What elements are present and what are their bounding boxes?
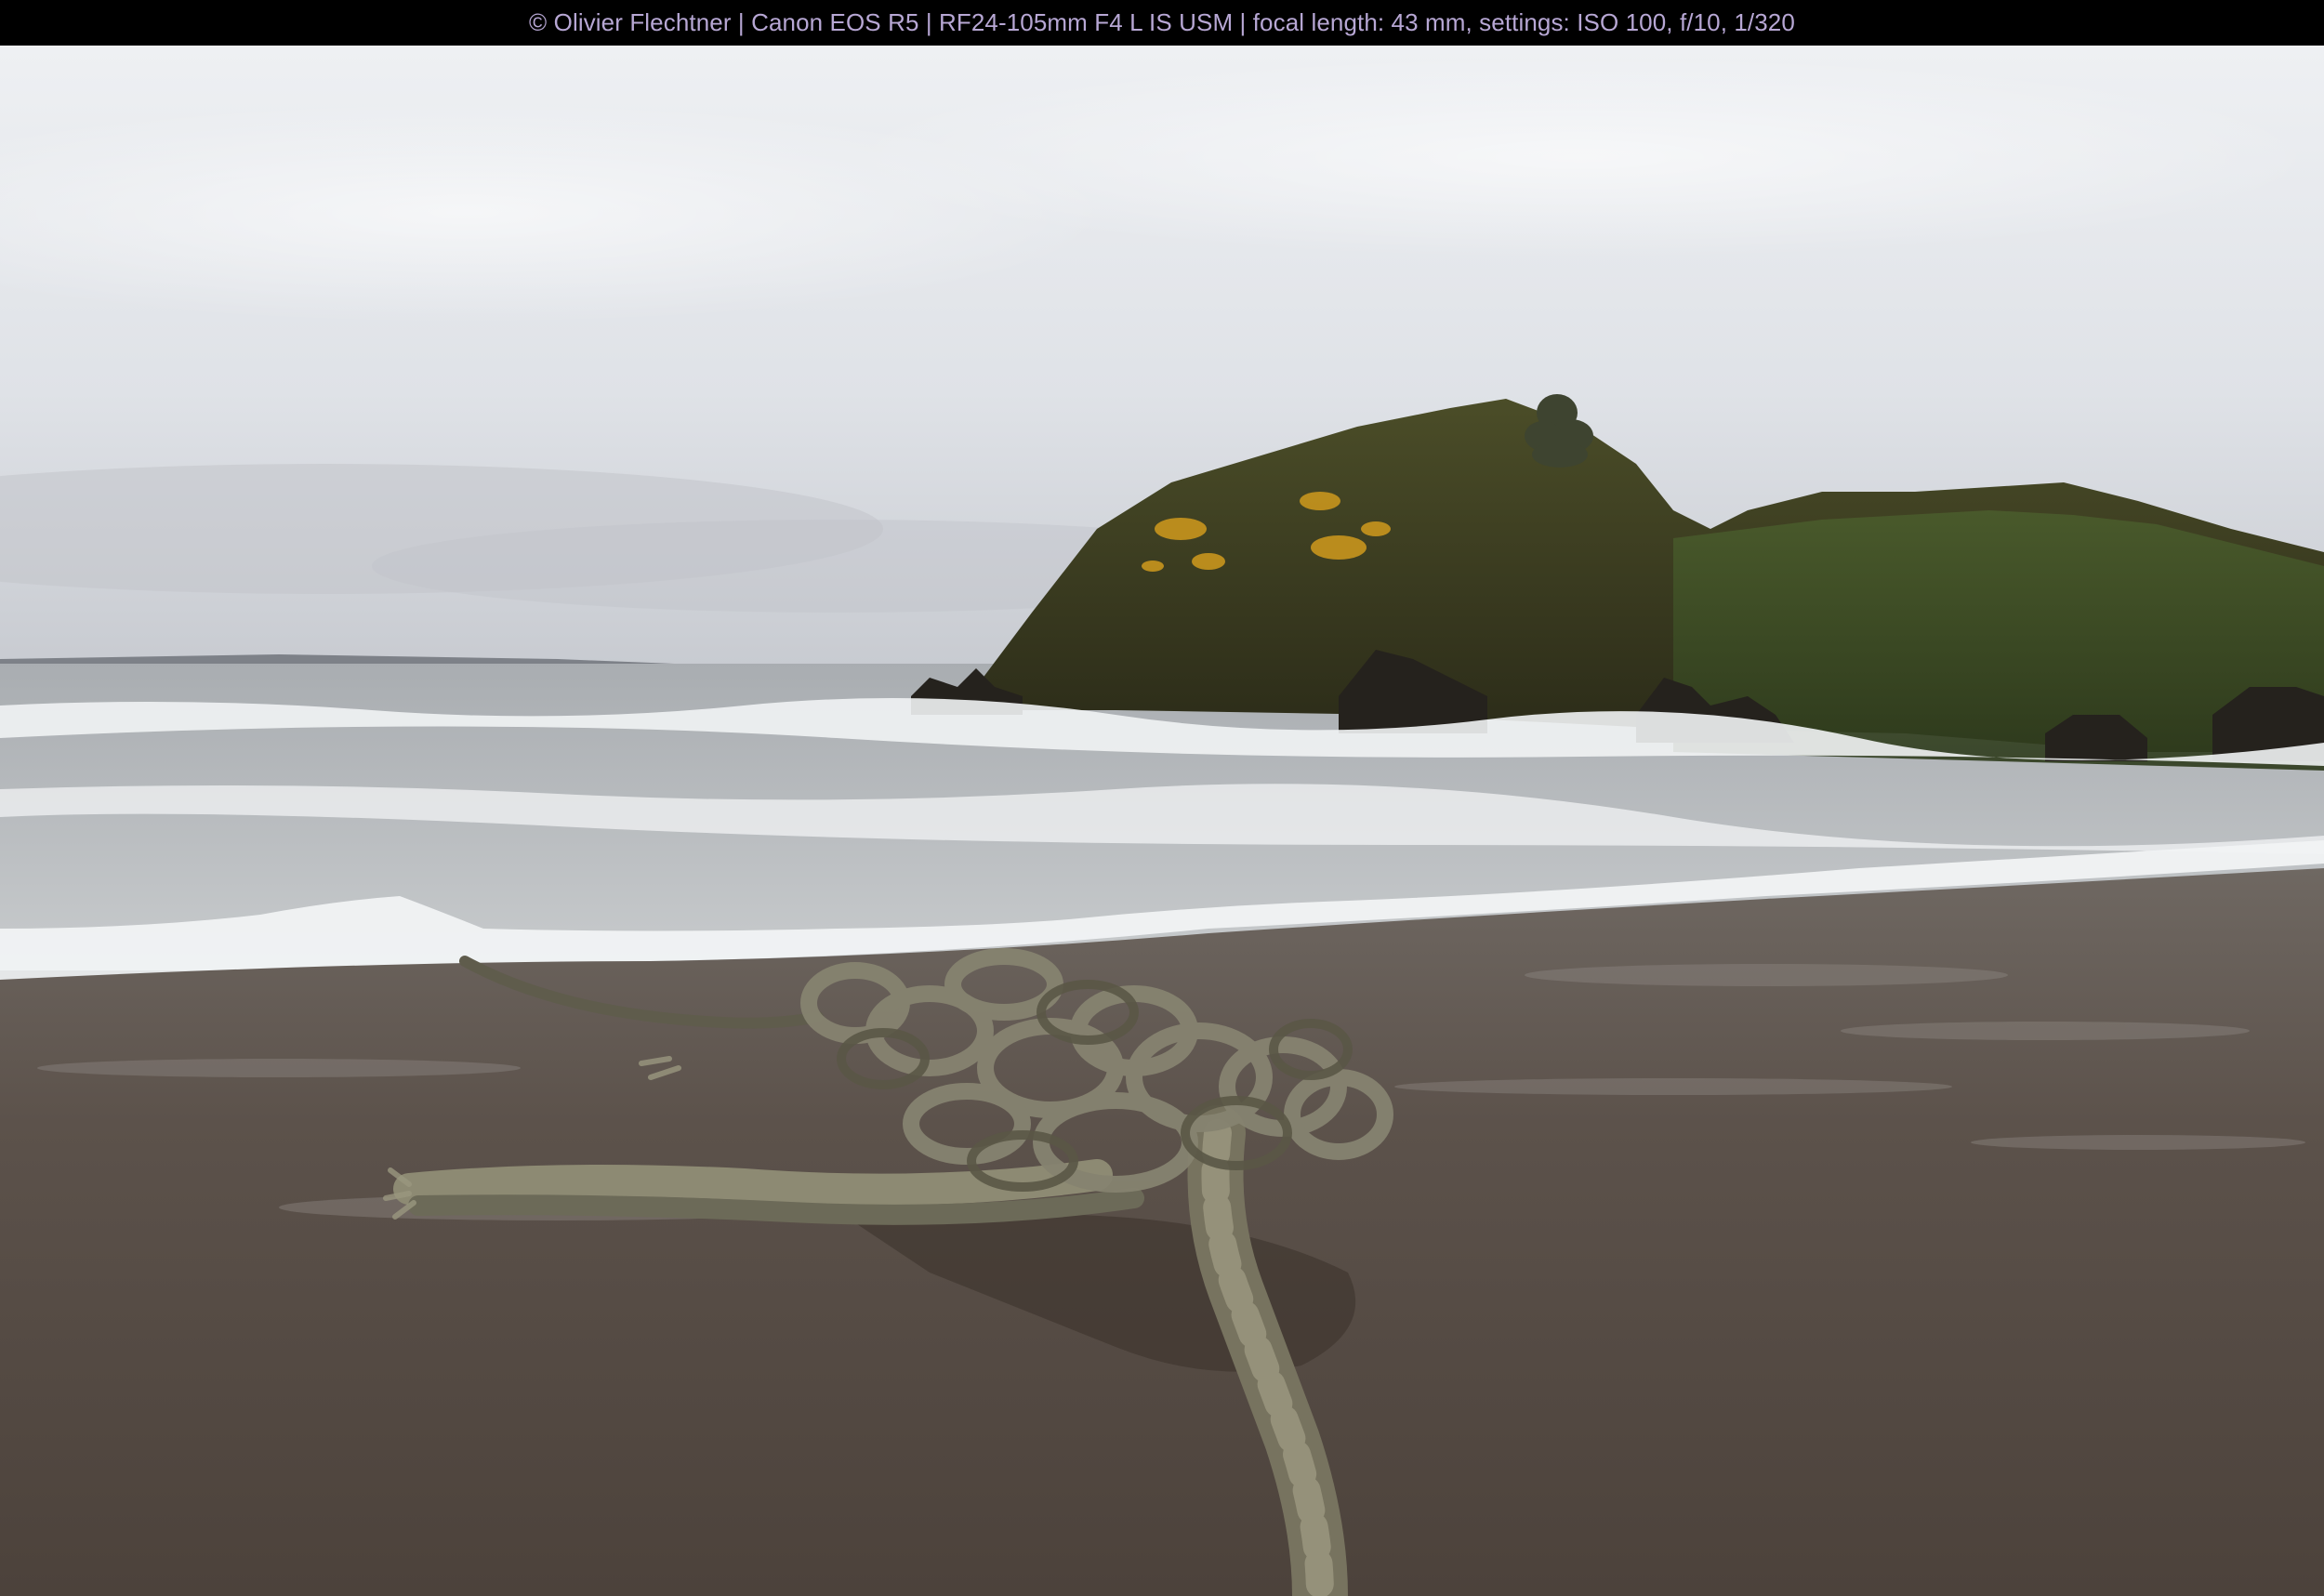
photo-viewer: © Olivier Flechtner | Canon EOS R5 | RF2… xyxy=(0,0,2324,1596)
caption-bar: © Olivier Flechtner | Canon EOS R5 | RF2… xyxy=(0,0,2324,46)
beach-photo xyxy=(0,46,2324,1596)
photo-credit-caption: © Olivier Flechtner | Canon EOS R5 | RF2… xyxy=(529,8,1795,36)
